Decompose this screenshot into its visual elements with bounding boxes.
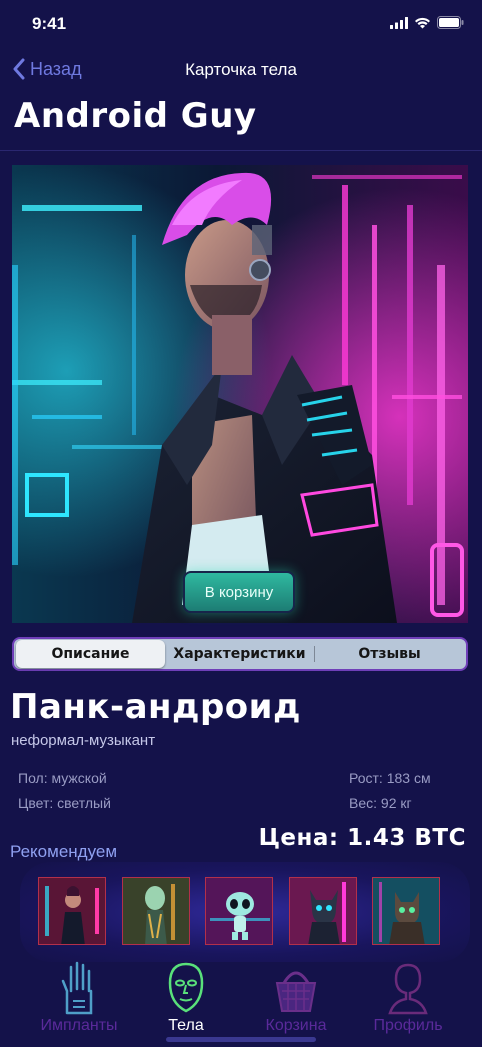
basket-icon <box>275 971 317 1012</box>
price: Цена: 1.43 BTC <box>258 825 466 851</box>
spec-gender: Пол: мужской <box>18 770 107 786</box>
tab-reviews[interactable]: Отзывы <box>315 640 464 668</box>
nav-title: Карточка тела <box>185 60 297 79</box>
tab-description[interactable]: Описание <box>16 640 165 668</box>
recommendation-item[interactable] <box>205 877 273 945</box>
status-time: 9:41 <box>32 14 67 33</box>
cyber-woman-thumbnail <box>39 878 105 944</box>
tab-bar-item-bodies[interactable]: Тела <box>126 955 246 1035</box>
tab-bar-label: Корзина <box>265 1017 327 1034</box>
recommendation-item[interactable] <box>38 877 106 945</box>
spec-weight: Вес: 92 кг <box>349 795 412 811</box>
wifi-icon <box>415 17 430 28</box>
robo-cat-thumbnail <box>373 878 439 944</box>
bottom-tab-bar: Импланты Тела Корзина Профиль <box>0 955 482 1047</box>
alien-robot-thumbnail <box>206 878 272 944</box>
recommendation-item[interactable] <box>121 877 190 945</box>
robo-dog-thumbnail <box>289 878 356 944</box>
product-name: Панк-андроид <box>10 687 301 727</box>
tab-bar-item-implants[interactable]: Импланты <box>19 955 139 1035</box>
recommendations-label: Рекомендуем <box>10 842 118 861</box>
tab-bar-label: Тела <box>168 1017 204 1034</box>
spec-height: Рост: 183 см <box>349 770 431 786</box>
signal-icon <box>390 16 408 29</box>
recommendation-item[interactable] <box>372 877 440 945</box>
status-bar: 9:41 <box>0 0 482 50</box>
alien-android-thumbnail <box>122 878 189 944</box>
add-to-cart-button[interactable]: В корзину <box>183 571 295 613</box>
tab-bar-label: Профиль <box>373 1017 443 1034</box>
header-divider <box>0 150 482 151</box>
status-icons <box>390 16 464 29</box>
spec-color: Цвет: светлый <box>18 795 111 811</box>
home-indicator <box>166 1037 316 1042</box>
segmented-tabs: Описание Характеристики Отзывы <box>12 637 468 671</box>
product-image <box>12 165 468 623</box>
tab-bar-item-cart[interactable]: Корзина <box>236 955 356 1035</box>
navigation-bar: Назад Карточка тела <box>0 52 482 92</box>
battery-icon <box>437 16 464 29</box>
tab-bar-label: Импланты <box>40 1017 118 1034</box>
recommendation-item[interactable] <box>288 877 357 945</box>
page-title: Android Guy <box>14 96 257 136</box>
tab-bar-item-profile[interactable]: Профиль <box>348 955 468 1035</box>
hand-implant-icon <box>61 961 93 1015</box>
profile-icon <box>388 963 428 1015</box>
head-icon <box>168 962 204 1013</box>
recommendations-list <box>38 877 440 945</box>
tab-characteristics[interactable]: Характеристики <box>165 640 314 668</box>
product-subtitle: неформал-музыкант <box>11 732 156 749</box>
